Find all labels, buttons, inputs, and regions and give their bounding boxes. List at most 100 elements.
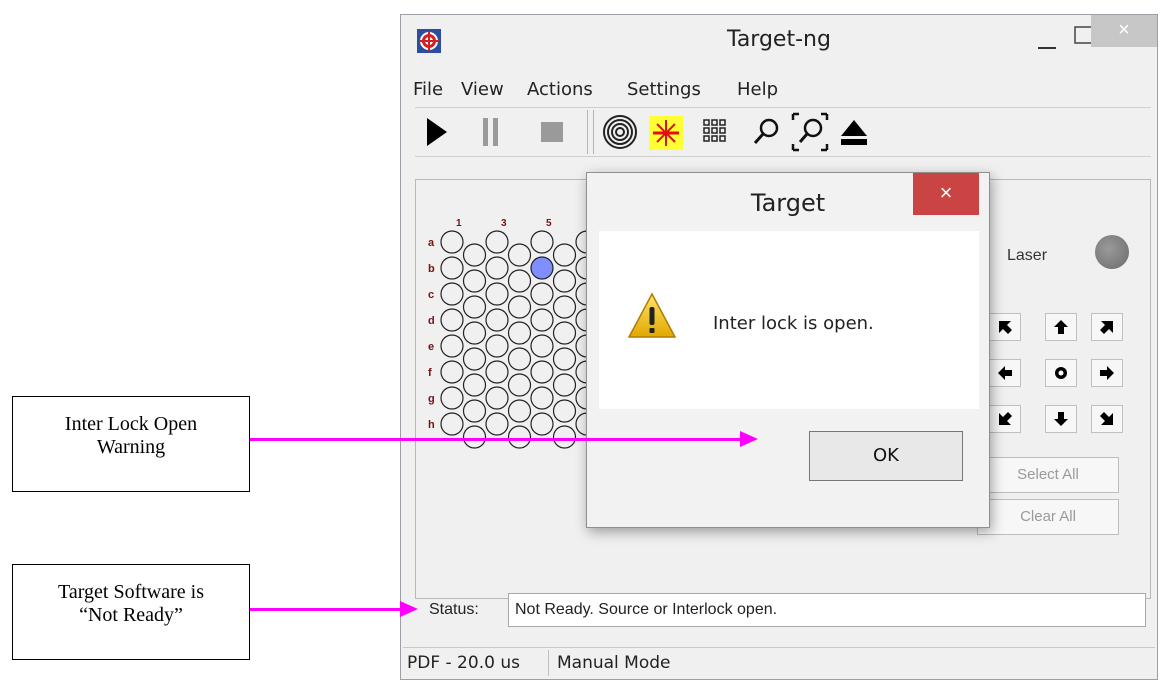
menu-bar: File View Actions Settings Help [401,71,1157,107]
center-icon [1055,367,1067,379]
zoom-icon[interactable] [745,110,787,154]
sample-spot[interactable] [552,243,577,267]
sample-spot[interactable] [485,308,509,332]
toolbar-separator [593,110,594,154]
sample-spot[interactable] [440,386,464,410]
jog-up-left-button[interactable] [989,313,1021,341]
jog-down-right-button[interactable] [1091,405,1123,433]
sample-spot[interactable] [485,334,509,358]
sample-spot[interactable] [507,321,532,345]
sample-spot[interactable] [485,230,509,254]
row-letter: d [428,315,435,327]
sample-spot[interactable] [530,360,554,384]
sample-spot[interactable] [530,412,554,436]
sample-spot[interactable] [462,373,487,397]
sample-spot[interactable] [462,399,487,423]
sample-spot[interactable] [485,360,509,384]
zoom-region-icon[interactable] [789,110,831,154]
sample-spot[interactable] [462,295,487,319]
title-bar[interactable]: Target-ng × [401,15,1157,67]
menu-help[interactable]: Help [737,79,778,100]
window-close-button[interactable]: × [1091,15,1157,47]
sample-spot[interactable] [440,334,464,358]
grid-icon[interactable] [695,110,737,154]
clear-all-button[interactable]: Clear All [977,499,1119,535]
dialog-message: Inter lock is open. [713,313,874,334]
stop-icon[interactable] [531,110,573,154]
sample-spot[interactable] [440,282,464,306]
sample-spot[interactable] [485,386,509,410]
jog-right-button[interactable] [1091,359,1123,387]
sample-spot[interactable] [462,321,487,345]
sample-spot[interactable] [507,243,532,267]
sample-spot[interactable] [440,308,464,332]
sample-spot[interactable] [485,256,509,280]
target-rings-icon[interactable] [599,110,641,154]
menu-view[interactable]: View [461,79,504,100]
ok-button[interactable]: OK [809,431,963,481]
sample-spot[interactable] [552,269,577,293]
jog-center-button[interactable] [1045,359,1077,387]
annotation-arrowhead-icon [400,601,418,617]
eject-icon[interactable] [833,110,875,154]
sample-spot[interactable] [530,308,554,332]
menu-settings[interactable]: Settings [627,79,701,100]
sample-spot[interactable] [530,282,554,306]
arrow-up-icon [1054,320,1068,334]
row-letter: f [428,367,432,379]
sample-spot[interactable] [530,256,554,280]
sample-spot[interactable] [530,334,554,358]
sample-spot[interactable] [552,295,577,319]
jog-down-left-button[interactable] [989,405,1021,433]
sample-spot[interactable] [462,347,487,371]
row-letter: b [428,263,435,275]
arrow-right-icon [1100,366,1114,380]
jog-left-button[interactable] [989,359,1021,387]
sample-spot[interactable] [552,321,577,345]
row-letter: h [428,419,435,431]
sample-spot[interactable] [552,425,577,449]
sample-spot[interactable] [462,269,487,293]
annotation-text-line: Target Software is [58,581,204,603]
sample-spot[interactable] [552,373,577,397]
jog-up-button[interactable] [1045,313,1077,341]
sample-spot[interactable] [530,386,554,410]
sample-spot[interactable] [440,256,464,280]
sample-spot[interactable] [485,282,509,306]
annotation-arrow-line [250,438,744,441]
sample-spot[interactable] [552,399,577,423]
sample-spot[interactable] [507,373,532,397]
sample-spot[interactable] [507,295,532,319]
menu-actions[interactable]: Actions [527,79,593,100]
sample-spot[interactable] [462,425,487,449]
sample-spot[interactable] [507,399,532,423]
status-field: Not Ready. Source or Interlock open. [508,593,1146,627]
sample-spot[interactable] [485,412,509,436]
arrow-left-icon [998,366,1012,380]
sample-spot[interactable] [440,360,464,384]
row-letter: e [428,341,434,353]
sample-spot[interactable] [507,269,532,293]
sample-spot[interactable] [507,425,532,449]
sample-spot[interactable] [462,243,487,267]
pause-icon[interactable] [475,110,517,154]
select-all-button[interactable]: Select All [977,457,1119,493]
play-icon[interactable] [415,110,457,154]
row-letter: g [428,393,435,405]
minimize-button[interactable] [1029,29,1063,55]
annotation-text-line: “Not Ready” [79,604,183,626]
sample-spot[interactable] [440,230,464,254]
menu-file[interactable]: File [413,79,443,100]
laser-star-icon[interactable] [645,110,687,154]
jog-down-button[interactable] [1045,405,1077,433]
sample-spot[interactable] [552,347,577,371]
interlock-dialog: Target × Inter lock is open. OK [586,172,990,528]
sample-spot[interactable] [530,230,554,254]
warning-icon [627,292,677,338]
dialog-close-button[interactable]: × [913,173,979,215]
jog-up-right-button[interactable] [1091,313,1123,341]
sample-spot[interactable] [440,412,464,436]
sample-spot[interactable] [507,347,532,371]
arrow-down-icon [1054,412,1068,426]
arrow-up-left-icon [999,321,1012,334]
